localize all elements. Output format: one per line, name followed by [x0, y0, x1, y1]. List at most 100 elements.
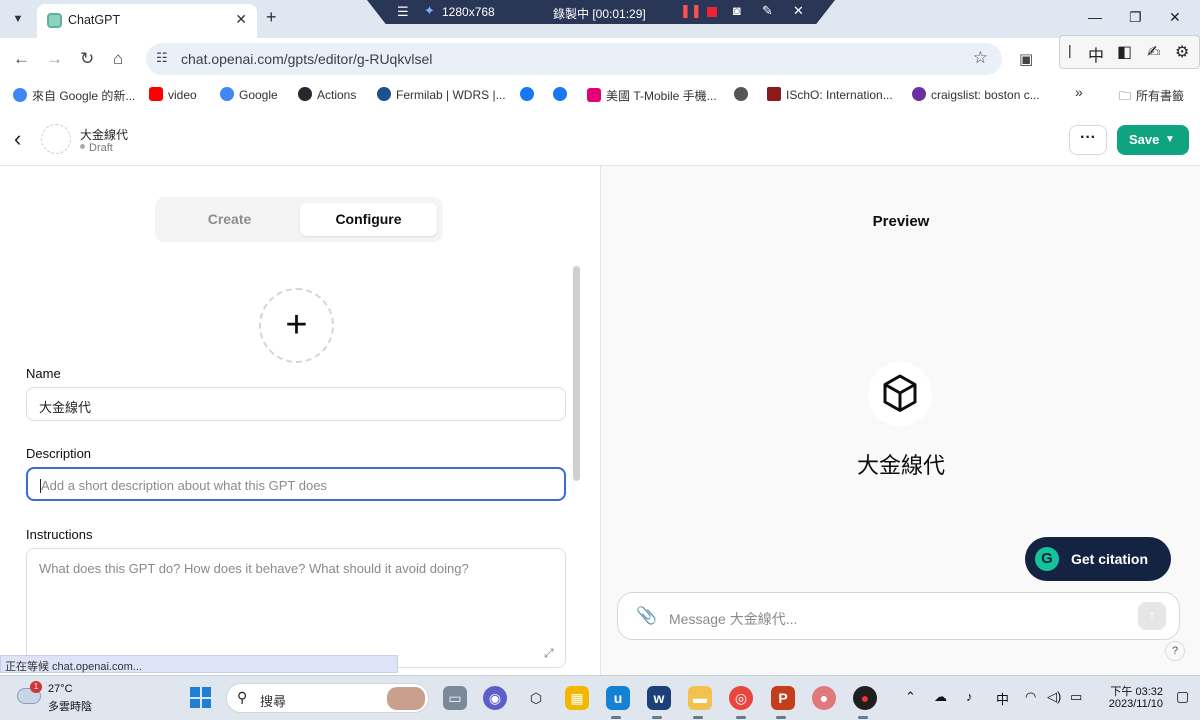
ime-settings-gear-icon[interactable]: ⚙ [1175, 42, 1189, 62]
ime-indicator[interactable]: 中 [996, 689, 1009, 708]
extension-icon[interactable]: ▣ [1019, 50, 1033, 68]
back-arrow-icon[interactable]: ← [13, 49, 30, 69]
name-field[interactable]: 大金線代 [26, 387, 566, 421]
recorder-pin-icon[interactable]: ✦ [424, 3, 435, 19]
recorder-pen-icon[interactable]: ✎ [762, 3, 773, 19]
file-explorer-icon[interactable]: ▬ [688, 686, 712, 710]
back-chevron-icon[interactable]: ‹ [14, 126, 21, 152]
globe-icon [734, 87, 748, 101]
clock-time[interactable]: 下午 03:32 [1107, 683, 1163, 699]
app-icon[interactable]: ● [812, 686, 836, 710]
bookmark-item[interactable]: Fermilab | WDRS |... [377, 87, 506, 102]
recorder-status: 錄製中 [00:01:29] [553, 7, 646, 21]
microphone-icon[interactable]: ♪ [966, 689, 973, 704]
recorder-pause-icon[interactable]: ❚❚ [680, 3, 702, 19]
more-options-button[interactable]: ··· [1069, 125, 1107, 155]
url-text[interactable]: chat.openai.com/gpts/editor/g-RUqkvlsel [181, 51, 432, 67]
bookmark-item[interactable]: ISchO: Internation... [767, 87, 893, 102]
clock-date[interactable]: 2023/11/10 [1100, 698, 1163, 710]
cube-app-icon[interactable]: ⬡ [524, 686, 548, 710]
weather-description[interactable]: 多雲時陰 [48, 698, 92, 714]
ime-width-icon[interactable]: ◧ [1117, 42, 1132, 62]
bookmark-item[interactable]: 美國 T-Mobile 手機... [587, 87, 717, 104]
store-icon[interactable]: ▦ [565, 686, 589, 710]
forward-arrow-icon[interactable]: → [46, 49, 63, 69]
address-bar[interactable]: ☷ chat.openai.com/gpts/editor/g-RUqkvlse… [146, 43, 1002, 75]
recorder-camera-icon[interactable]: ◙ [733, 3, 741, 18]
ime-toolbar: | 中 ◧ ✍ ⚙ [1059, 35, 1200, 69]
running-app-indicator [652, 716, 662, 719]
u-app-icon[interactable]: u [606, 686, 630, 710]
onedrive-icon[interactable]: ☁ [934, 689, 947, 705]
bookmark-star-icon[interactable]: ☆ [973, 48, 988, 68]
volume-icon[interactable]: ◁) [1047, 689, 1061, 705]
ime-punctuation-icon[interactable]: ✍ [1147, 42, 1160, 62]
recorder-close-icon[interactable]: ✕ [793, 3, 804, 19]
expand-icon[interactable]: ⤢ [544, 646, 554, 661]
site-info-icon[interactable]: ☷ [156, 50, 168, 66]
send-arrow-icon[interactable]: ↑ [1138, 602, 1166, 630]
powerpoint-icon[interactable]: P [771, 686, 795, 710]
ime-handle-icon[interactable]: | [1068, 42, 1072, 58]
recorder-stop-icon[interactable] [707, 7, 717, 17]
recorder-menu-icon[interactable]: ☰ [397, 4, 409, 20]
reload-icon[interactable]: ↻ [80, 49, 94, 69]
get-citation-button[interactable]: G Get citation [1025, 537, 1171, 581]
tray-overflow-chevron-icon[interactable]: ⌃ [905, 689, 916, 705]
wifi-icon[interactable]: ◠ [1025, 689, 1036, 705]
running-app-indicator [611, 716, 621, 719]
home-icon[interactable]: ⌂ [113, 49, 123, 69]
weather-temperature[interactable]: 27°C [48, 683, 73, 695]
bookmark-item[interactable]: craigslist: boston c... [912, 87, 1040, 102]
tab-search-chevron-icon[interactable]: ▼ [8, 9, 28, 29]
notification-icon[interactable]: ▢ [1176, 688, 1189, 705]
help-button[interactable]: ? [1165, 641, 1185, 661]
save-button[interactable]: Save ▼ [1117, 125, 1189, 155]
github-icon [298, 87, 312, 101]
webex-icon[interactable]: w [647, 686, 671, 710]
message-placeholder: Message 大金線代... [669, 611, 798, 627]
record-icon[interactable]: ● [853, 686, 877, 710]
recorder-resolution: 1280x768 [442, 5, 495, 19]
bookmarks-bar: 來自 Google 的新... video Google Actions Fer… [0, 80, 1200, 110]
new-tab-button[interactable]: + [266, 7, 277, 28]
cube-icon [883, 374, 917, 412]
message-input[interactable]: 📎 Message 大金線代... ↑ [617, 592, 1180, 640]
tab-configure[interactable]: Configure [300, 203, 437, 236]
scrollbar-thumb[interactable] [573, 266, 580, 481]
running-app-indicator [693, 716, 703, 719]
bookmark-item[interactable] [520, 87, 539, 102]
windows-start-icon[interactable] [190, 687, 211, 708]
bookmarks-overflow-icon[interactable]: » [1075, 84, 1083, 100]
bookmark-item[interactable] [734, 87, 753, 102]
task-view-icon[interactable]: ▭ [443, 686, 467, 710]
taskbar-search[interactable]: ⚲ 搜尋 [226, 683, 429, 713]
bookmark-item[interactable]: 來自 Google 的新... [13, 87, 135, 104]
google-icon [13, 88, 27, 102]
chrome-icon[interactable]: ◎ [729, 686, 753, 710]
preview-gpt-name: 大金線代 [856, 453, 945, 478]
tab-create[interactable]: Create [163, 203, 296, 236]
draft-status: Draft [80, 142, 113, 154]
bookmark-item[interactable]: Google [220, 87, 278, 102]
gpt-editor-header: ‹ 大金線代 Draft ··· Save ▼ [0, 111, 1200, 166]
battery-icon[interactable]: ▭ [1070, 689, 1082, 705]
bookmark-item[interactable]: Actions [298, 87, 356, 102]
restore-window-icon[interactable]: ❐ [1129, 9, 1142, 26]
close-window-icon[interactable]: ✕ [1169, 9, 1181, 26]
instructions-field[interactable]: What does this GPT do? How does it behav… [26, 548, 566, 668]
paperclip-icon[interactable]: 📎 [636, 606, 657, 626]
status-dot-icon [80, 144, 85, 149]
browser-tab-chatgpt[interactable]: ChatGPT ✕ [37, 4, 257, 38]
bookmark-item[interactable]: video [149, 87, 197, 102]
teams-chat-icon[interactable]: ◉ [483, 686, 507, 710]
description-field[interactable]: Add a short description about what this … [26, 467, 566, 501]
ischo-icon [767, 87, 781, 101]
upload-image-button[interactable]: + [259, 288, 334, 363]
all-bookmarks[interactable]: 🗀 所有書籤 [1119, 87, 1184, 108]
active-app-indicator [736, 716, 746, 719]
ime-mode-toggle[interactable]: 中 [1088, 42, 1104, 66]
bookmark-item[interactable] [553, 87, 572, 102]
tab-close-icon[interactable]: ✕ [235, 11, 247, 28]
minimize-window-icon[interactable]: — [1088, 9, 1102, 25]
